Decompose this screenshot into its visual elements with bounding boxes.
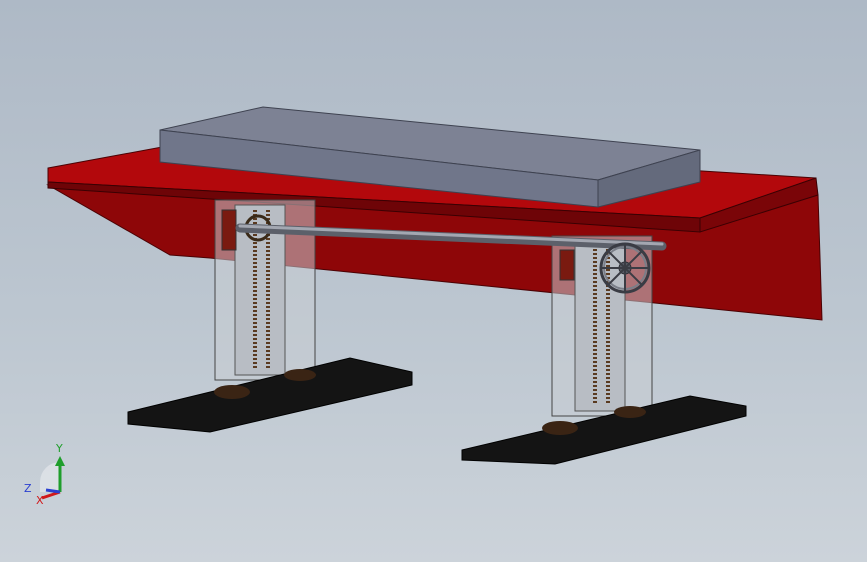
model-scene[interactable] bbox=[0, 0, 867, 562]
y-axis-label: Y bbox=[55, 442, 63, 455]
y-axis-arrow bbox=[55, 456, 65, 466]
reference-triad: Y Z X bbox=[24, 442, 65, 507]
graphics-viewport[interactable]: Y Z X bbox=[0, 0, 867, 562]
handwheel bbox=[599, 242, 651, 294]
x-axis-label: X bbox=[36, 494, 44, 507]
z-axis-line bbox=[45, 488, 61, 494]
z-axis-label: Z bbox=[24, 482, 32, 495]
